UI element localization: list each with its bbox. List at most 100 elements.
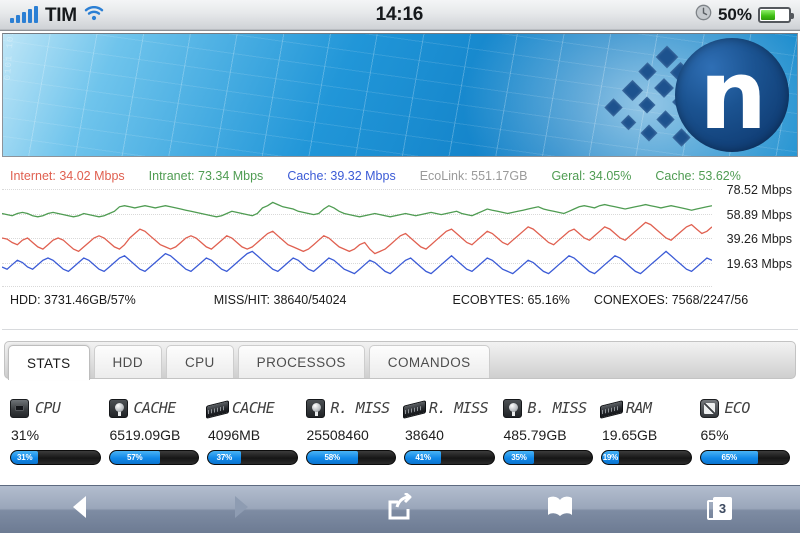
stat-progress-label: 37% <box>216 453 233 462</box>
chart-y-axis-labels: 78.52 Mbps 58.89 Mbps 39.26 Mbps 19.63 Mbps <box>712 183 796 281</box>
chart-series-intranet <box>2 201 712 218</box>
stat-header: R. MISS <box>305 395 397 421</box>
bookmarks-button[interactable] <box>480 486 640 533</box>
stat-name: CACHE <box>232 399 275 417</box>
forward-arrow-icon <box>227 493 253 526</box>
legend-item-cache-2: Cache: 39.32 Mbps <box>287 169 396 183</box>
stat-header: CACHE <box>108 395 200 421</box>
stat-progress-bar: 58% <box>305 450 396 465</box>
sub-stat-1: MISS/HIT: 38640/54024 <box>213 293 347 307</box>
status-bar-center: 14:16 <box>104 4 695 26</box>
stat-progress-fill: 41% <box>405 451 442 464</box>
battery-percent-label: 50% <box>717 5 752 24</box>
stat-value: 6519.09GB <box>109 427 181 443</box>
stat-progress-fill: 31% <box>11 451 39 464</box>
stats-grid: CPU 31% 31% CACHE 6519.09GB 57% CACHE 4096MB 37%… <box>6 395 794 465</box>
stat-name: CPU <box>35 399 61 417</box>
sub-stat-0: HDD: 3731.46GB/57% <box>10 293 136 307</box>
safari-browser-window: TIM 14:16 50% n Internet: 34.02 Mbps Int… <box>0 0 800 533</box>
stat-name: R. MISS <box>330 399 391 417</box>
legend-item-internet-0: Internet: 34.02 Mbps <box>10 169 125 183</box>
eco-chart-icon <box>699 398 719 418</box>
stat-header: CACHE <box>207 395 298 421</box>
chart-series-internet <box>2 221 712 255</box>
stat-progress-bar: 57% <box>108 450 199 465</box>
sub-stat-3: CONEXOES: 7568/2247/56 <box>593 293 749 307</box>
tab-label: COMANDOS <box>387 354 471 370</box>
clock-label: 14:16 <box>375 4 424 25</box>
stat-header: R. MISS <box>404 395 495 421</box>
stat-name: CACHE <box>133 399 177 417</box>
clock-icon <box>695 4 712 26</box>
web-page-viewport: 0101 1010 0110 1001 0011 1100 0101 1010 … <box>0 31 800 485</box>
y-tick-label-1: 58.89 Mbps <box>726 207 792 222</box>
safari-bottom-toolbar: 3 <box>0 485 800 533</box>
ram-stick-icon <box>601 399 620 418</box>
tabs-button[interactable]: 3 <box>640 486 800 533</box>
tab-processos[interactable]: PROCESSOS <box>237 345 365 378</box>
stat-progress-label: 31% <box>17 453 33 462</box>
battery-icon <box>758 7 794 23</box>
section-divider <box>2 329 798 330</box>
tab-comandos[interactable]: COMANDOS <box>368 345 490 378</box>
stat-progress-fill: 19% <box>602 451 619 464</box>
stat-value: 38640 <box>405 427 444 443</box>
tab-stats[interactable]: STATS <box>8 345 90 380</box>
stat-name: RAM <box>626 399 652 417</box>
stat-header: B. MISS <box>502 395 594 421</box>
stat-header: ECO <box>699 395 791 421</box>
stat-progress-fill: 35% <box>503 451 535 464</box>
stat-name: ECO <box>724 399 751 417</box>
y-tick-label-0: 78.52 Mbps <box>726 183 792 197</box>
stat-value: 485.79GB <box>503 427 567 443</box>
chart-plot-area <box>2 189 712 287</box>
tab-label: HDD <box>112 354 143 370</box>
stat-progress-fill: 37% <box>208 451 241 464</box>
share-button[interactable] <box>320 486 480 533</box>
stat-progress-label: 35% <box>511 453 527 462</box>
status-bar-left: TIM <box>0 0 104 30</box>
banner-binary-text: 0101 1010 0110 1001 0011 1100 0101 1010 … <box>3 34 132 88</box>
back-arrow-icon <box>67 493 93 526</box>
tab-cpu[interactable]: CPU <box>165 345 234 378</box>
stat-value: 4096MB <box>208 427 261 443</box>
stat-progress-label: 57% <box>127 453 143 462</box>
stat-value: 31% <box>11 427 40 443</box>
back-button[interactable] <box>0 486 160 533</box>
stat-progress-bar: 37% <box>207 450 298 465</box>
stat-progress-fill: 65% <box>700 451 759 464</box>
stat-value: 19.65GB <box>602 427 658 443</box>
legend-item-intranet-1: Intranet: 73.34 Mbps <box>148 169 264 183</box>
wifi-icon <box>84 6 104 30</box>
legend-item-ecolink-3: EcoLink: 551.17GB <box>419 169 528 183</box>
stat-progress-fill: 58% <box>306 451 358 464</box>
legend-item-geral-4: Geral: 34.05% <box>551 169 632 183</box>
signal-strength-icon <box>10 6 38 30</box>
stat-progress-bar: 31% <box>10 450 101 465</box>
status-bar-right: 50% <box>695 4 800 26</box>
tab-bar: STATS HDD CPU PROCESSOS COMANDOS <box>4 341 796 380</box>
carrier-label: TIM <box>45 5 77 26</box>
y-tick-label-2: 39.26 Mbps <box>726 232 792 246</box>
forward-button[interactable] <box>160 486 320 533</box>
tab-hdd[interactable]: HDD <box>93 345 162 378</box>
ios-status-bar: TIM 14:16 50% <box>0 0 800 31</box>
chart-series-cache <box>2 250 712 275</box>
share-icon <box>385 491 415 526</box>
stat-progress-label: 58% <box>324 453 340 462</box>
hdd-icon <box>305 398 325 418</box>
cpu-chip-icon <box>10 398 29 418</box>
stat-value: 65% <box>700 427 729 443</box>
stat-card-cpu-0: CPU 31% 31% <box>6 395 105 465</box>
tab-label: PROCESSOS <box>256 354 346 370</box>
y-tick-label-3: 19.63 Mbps <box>726 256 792 271</box>
site-banner: 0101 1010 0110 1001 0011 1100 0101 1010 … <box>2 33 798 157</box>
stat-progress-label: 19% <box>602 453 619 462</box>
stat-card-cache-1: CACHE 6519.09GB 57% <box>105 395 204 465</box>
sub-stat-2: ECOBYTES: 65.16% <box>452 293 570 307</box>
bookmarks-book-icon <box>545 495 575 524</box>
stat-card-ram-6: RAM 19.65GB 19% <box>597 395 696 465</box>
stat-progress-bar: 65% <box>699 450 790 465</box>
tabs-icon: 3 <box>707 496 733 523</box>
logo-letter: n <box>699 41 767 151</box>
